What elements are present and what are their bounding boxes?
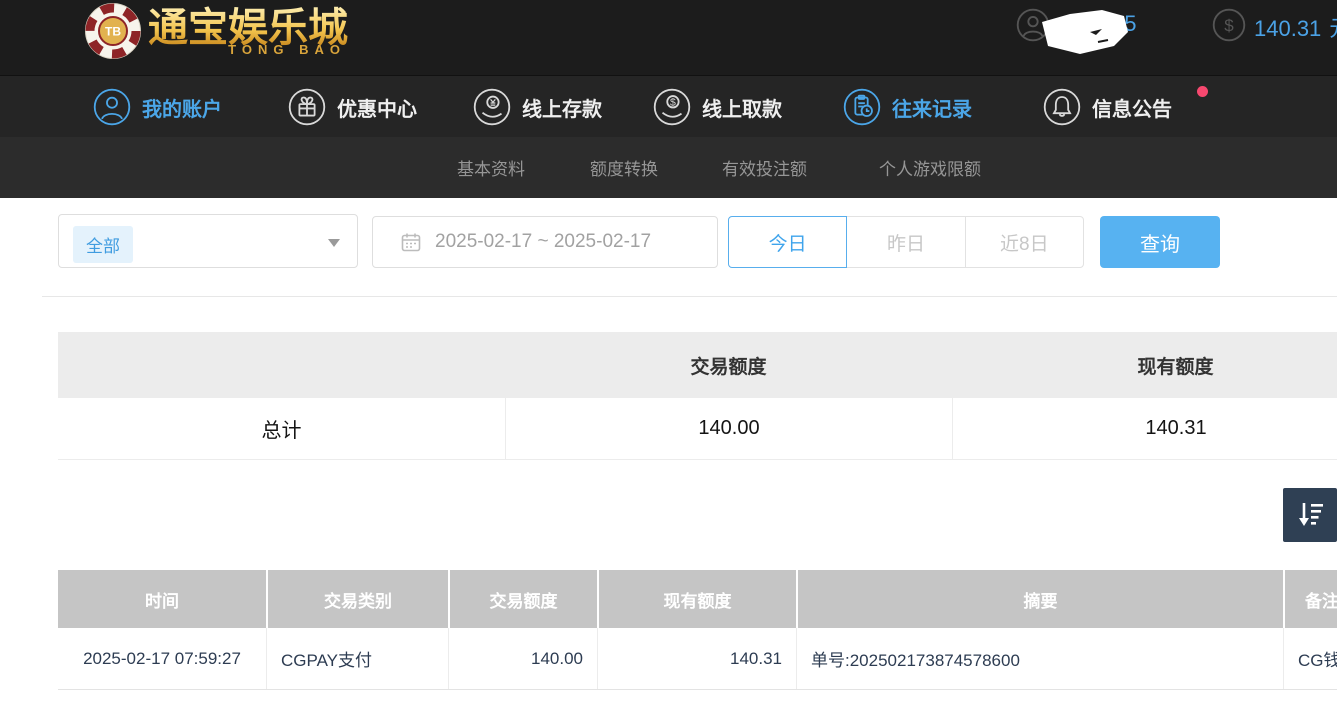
date-range-value: 2025-02-17 ~ 2025-02-17 bbox=[435, 231, 651, 253]
tx-col-current-balance: 现有额度 bbox=[597, 570, 796, 628]
tx-col-summary: 摘要 bbox=[796, 570, 1283, 628]
subnav-item-basic-info[interactable]: 基本资料 bbox=[457, 137, 525, 198]
quick-range-group: 今日 昨日 近8日 bbox=[728, 216, 1084, 268]
tx-transaction-amount: 140.00 bbox=[448, 628, 597, 689]
tx-type: CGPAY支付 bbox=[266, 628, 448, 689]
nav-label: 线上存款 bbox=[522, 93, 602, 122]
nav-label: 优惠中心 bbox=[337, 93, 417, 122]
top-bar: TB 通宝娱乐城 TONG BAO 25 $ 140. bbox=[0, 0, 1337, 75]
sort-descending-button[interactable] bbox=[1283, 488, 1337, 542]
summary-table: 交易额度 现有额度 总计 140.00 140.31 bbox=[58, 332, 1337, 460]
tx-current-balance: 140.31 bbox=[597, 628, 796, 689]
transactions-table-row: 2025-02-17 07:59:27 CGPAY支付 140.00 140.3… bbox=[58, 628, 1337, 690]
nav-item-online-withdrawal[interactable]: $ 线上取款 bbox=[653, 76, 782, 138]
svg-text:$: $ bbox=[1224, 16, 1234, 35]
tx-time: 2025-02-17 07:59:27 bbox=[58, 628, 266, 689]
site-subtitle: TONG BAO bbox=[148, 42, 348, 57]
svg-text:$: $ bbox=[670, 98, 676, 109]
summary-col-current-balance: 现有额度 bbox=[952, 332, 1337, 398]
tx-col-remark: 备注 bbox=[1283, 570, 1337, 628]
nav-label: 线上取款 bbox=[702, 93, 782, 122]
withdraw-icon: $ bbox=[653, 88, 691, 126]
subnav-item-credit-transfer[interactable]: 额度转换 bbox=[590, 137, 658, 198]
quick-range-today[interactable]: 今日 bbox=[728, 216, 847, 268]
summary-total-label: 总计 bbox=[58, 398, 505, 459]
summary-col-transaction-amount: 交易额度 bbox=[505, 332, 952, 398]
nav-item-announcements[interactable]: 信息公告 bbox=[1043, 76, 1172, 138]
summary-table-row: 总计 140.00 140.31 bbox=[58, 398, 1337, 460]
deposit-icon bbox=[473, 88, 511, 126]
poker-chip-logo-icon: TB bbox=[84, 2, 142, 60]
records-icon bbox=[843, 88, 881, 126]
tx-remark: CG钱包 bbox=[1283, 628, 1337, 689]
nav-label: 信息公告 bbox=[1092, 93, 1172, 122]
nav-item-transaction-records[interactable]: 往来记录 bbox=[843, 76, 972, 138]
user-icon bbox=[93, 88, 131, 126]
nav-item-online-deposit[interactable]: 线上存款 bbox=[473, 76, 602, 138]
chevron-down-icon bbox=[328, 239, 340, 247]
type-dropdown-selected: 全部 bbox=[73, 226, 133, 263]
query-button[interactable]: 查询 bbox=[1100, 216, 1220, 268]
notification-dot bbox=[1197, 86, 1208, 97]
balance-unit: 元 bbox=[1329, 16, 1337, 41]
sort-descending-icon bbox=[1294, 499, 1326, 531]
summary-transaction-amount: 140.00 bbox=[505, 398, 952, 459]
nav-label: 往来记录 bbox=[892, 93, 972, 122]
date-range-input[interactable]: 2025-02-17 ~ 2025-02-17 bbox=[372, 216, 718, 268]
username-redaction-scribble bbox=[1040, 8, 1136, 60]
summary-current-balance: 140.31 bbox=[952, 398, 1337, 459]
page: TB 通宝娱乐城 TONG BAO 25 $ 140. bbox=[0, 0, 1337, 707]
nav-label: 我的账户 bbox=[142, 93, 222, 122]
bell-icon bbox=[1043, 88, 1081, 126]
quick-range-yesterday[interactable]: 昨日 bbox=[846, 216, 965, 268]
tx-col-transaction-amount: 交易额度 bbox=[448, 570, 597, 628]
divider bbox=[42, 296, 1337, 297]
transactions-table-header: 时间 交易类别 交易额度 现有额度 摘要 备注 bbox=[58, 570, 1337, 628]
balance-amount: 140.31元 bbox=[1254, 11, 1337, 43]
subnav-item-valid-bets[interactable]: 有效投注额 bbox=[722, 137, 807, 198]
calendar-icon bbox=[400, 231, 422, 253]
sub-nav: 基本资料 额度转换 有效投注额 个人游戏限额 bbox=[0, 137, 1337, 198]
transactions-table: 时间 交易类别 交易额度 现有额度 摘要 备注 2025-02-17 07:59… bbox=[58, 570, 1337, 690]
type-dropdown[interactable]: 全部 bbox=[58, 214, 358, 268]
tx-col-time: 时间 bbox=[58, 570, 266, 628]
chip-text: TB bbox=[105, 25, 121, 39]
dollar-balance-icon: $ bbox=[1212, 8, 1246, 42]
summary-table-header: 交易额度 现有额度 bbox=[58, 332, 1337, 398]
nav-item-promotions[interactable]: 优惠中心 bbox=[288, 76, 417, 138]
tx-summary: 单号:202502173874578600 bbox=[796, 628, 1283, 689]
subnav-item-game-limits[interactable]: 个人游戏限额 bbox=[879, 137, 981, 198]
gift-icon bbox=[288, 88, 326, 126]
main-nav: 我的账户 优惠中心 线上存款 $ 线上取款 bbox=[0, 75, 1337, 137]
site-logo[interactable]: TB 通宝娱乐城 TONG BAO bbox=[84, 2, 348, 60]
nav-item-my-account[interactable]: 我的账户 bbox=[93, 76, 222, 138]
summary-col-empty bbox=[58, 332, 505, 398]
tx-col-type: 交易类别 bbox=[266, 570, 448, 628]
quick-range-last8days[interactable]: 近8日 bbox=[965, 216, 1084, 268]
